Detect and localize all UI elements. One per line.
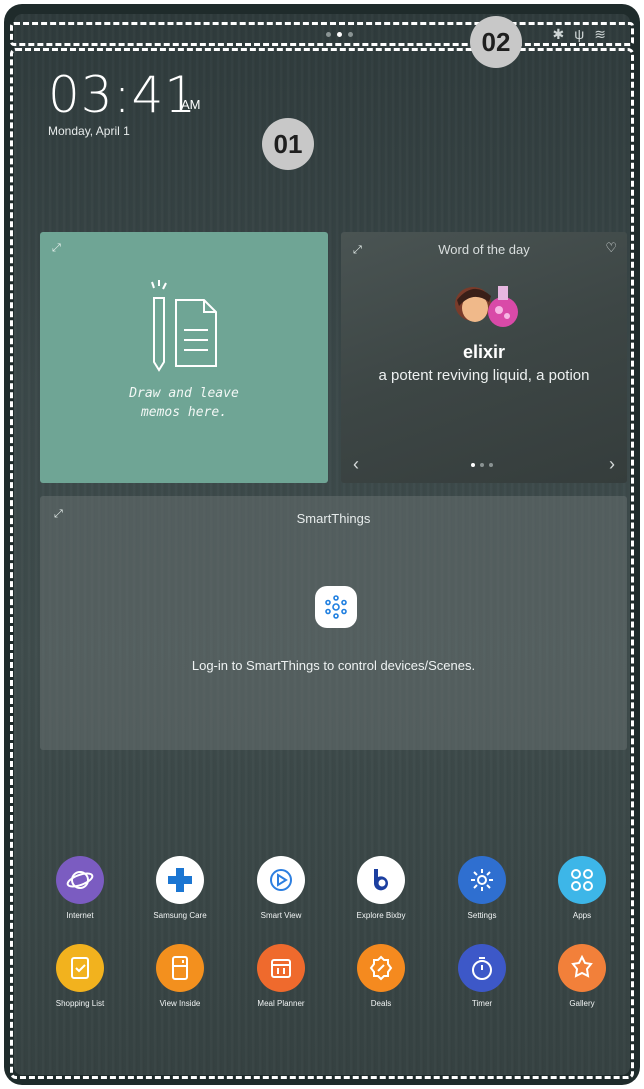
app-meal-planner[interactable]: Meal Planner xyxy=(238,944,324,1008)
fridge-icon xyxy=(156,944,204,992)
gear-icon xyxy=(458,856,506,904)
memo-widget[interactable]: ⤢ Draw and leave memos here. xyxy=(40,232,328,483)
app-gallery[interactable]: Gallery xyxy=(539,944,625,1008)
word-of-the-day-widget[interactable]: ⤢ Word of the day ♡ elixir a potent revi… xyxy=(341,232,627,483)
smartthings-title: SmartThings xyxy=(296,511,371,526)
app-label: Shopping List xyxy=(55,999,105,1008)
elixir-illustration-icon xyxy=(455,286,518,327)
wifi-icon: ≋ xyxy=(594,26,606,42)
callout-status-bar: 02 xyxy=(470,16,522,68)
expand-icon[interactable]: ⤢ xyxy=(52,242,61,255)
timer-icon xyxy=(458,944,506,992)
app-label: Settings xyxy=(467,911,497,920)
clock-date: Monday, April 1 xyxy=(48,124,130,138)
memo-pencil-page-icon xyxy=(151,280,217,372)
smartthings-logo-icon[interactable] xyxy=(315,586,357,628)
planet-icon xyxy=(56,856,104,904)
smartthings-message: Log-in to SmartThings to control devices… xyxy=(191,658,476,673)
clock-widget[interactable]: 03:41 AM Monday, April 1 xyxy=(48,66,201,138)
app-settings[interactable]: Settings xyxy=(439,856,525,920)
app-label: Samsung Care xyxy=(153,911,207,920)
callout-home-screen: 01 xyxy=(262,118,314,170)
app-view-inside[interactable]: View Inside xyxy=(137,944,223,1008)
app-label: Gallery xyxy=(569,999,595,1008)
app-samsung-care[interactable]: Samsung Care xyxy=(137,856,223,920)
deals-icon xyxy=(357,944,405,992)
word-definition: a potent reviving liquid, a potion xyxy=(378,367,590,384)
smartthings-widget[interactable]: ⤢ SmartThings Log-in to SmartThings to c… xyxy=(40,496,627,750)
page-indicator xyxy=(326,32,353,37)
app-explore-bixby[interactable]: Explore Bixby xyxy=(338,856,424,920)
app-label: Smart View xyxy=(260,911,302,920)
app-label: Deals xyxy=(370,999,392,1008)
chevron-left-icon[interactable]: ‹ xyxy=(353,454,359,475)
app-deals[interactable]: Deals xyxy=(338,944,424,1008)
status-icons: ✱ ψ ≋ xyxy=(553,26,606,43)
memo-caption-line1: Draw and leave xyxy=(129,386,239,401)
meal-planner-icon xyxy=(257,944,305,992)
smart-view-icon xyxy=(257,856,305,904)
clock-time: 03:41 xyxy=(48,66,198,124)
app-label: Meal Planner xyxy=(257,999,305,1008)
bixby-icon xyxy=(357,856,405,904)
shopping-list-icon xyxy=(56,944,104,992)
word-pager xyxy=(471,463,493,467)
app-internet[interactable]: Internet xyxy=(37,856,123,920)
device-frame: ✱ ψ ≋ 03:41 AM Monday, April 1 ⤢ Draw an… xyxy=(4,4,640,1085)
app-shopping-list[interactable]: Shopping List xyxy=(37,944,123,1008)
app-label: Timer xyxy=(471,999,493,1008)
apps-grid-icon xyxy=(558,856,606,904)
word-widget-title: Word of the day xyxy=(438,242,530,257)
word-term: elixir xyxy=(462,342,506,362)
memo-caption-line2: memos here. xyxy=(140,405,228,420)
app-smart-view[interactable]: Smart View xyxy=(238,856,324,920)
usb-icon: ψ xyxy=(574,26,585,42)
memo-caption: Draw and leave memos here. xyxy=(40,384,328,422)
bluetooth-icon: ✱ xyxy=(552,26,565,42)
app-label: Apps xyxy=(572,911,592,920)
app-label: Explore Bixby xyxy=(356,911,406,920)
chevron-right-icon[interactable]: › xyxy=(609,454,615,475)
clock-ampm: AM xyxy=(181,97,201,112)
app-apps[interactable]: Apps xyxy=(539,856,625,920)
app-label: Internet xyxy=(66,911,94,920)
gallery-icon xyxy=(558,944,606,992)
app-label: View Inside xyxy=(159,999,201,1008)
heart-icon[interactable]: ♡ xyxy=(605,240,617,256)
plus-icon xyxy=(156,856,204,904)
app-timer[interactable]: Timer xyxy=(439,944,525,1008)
